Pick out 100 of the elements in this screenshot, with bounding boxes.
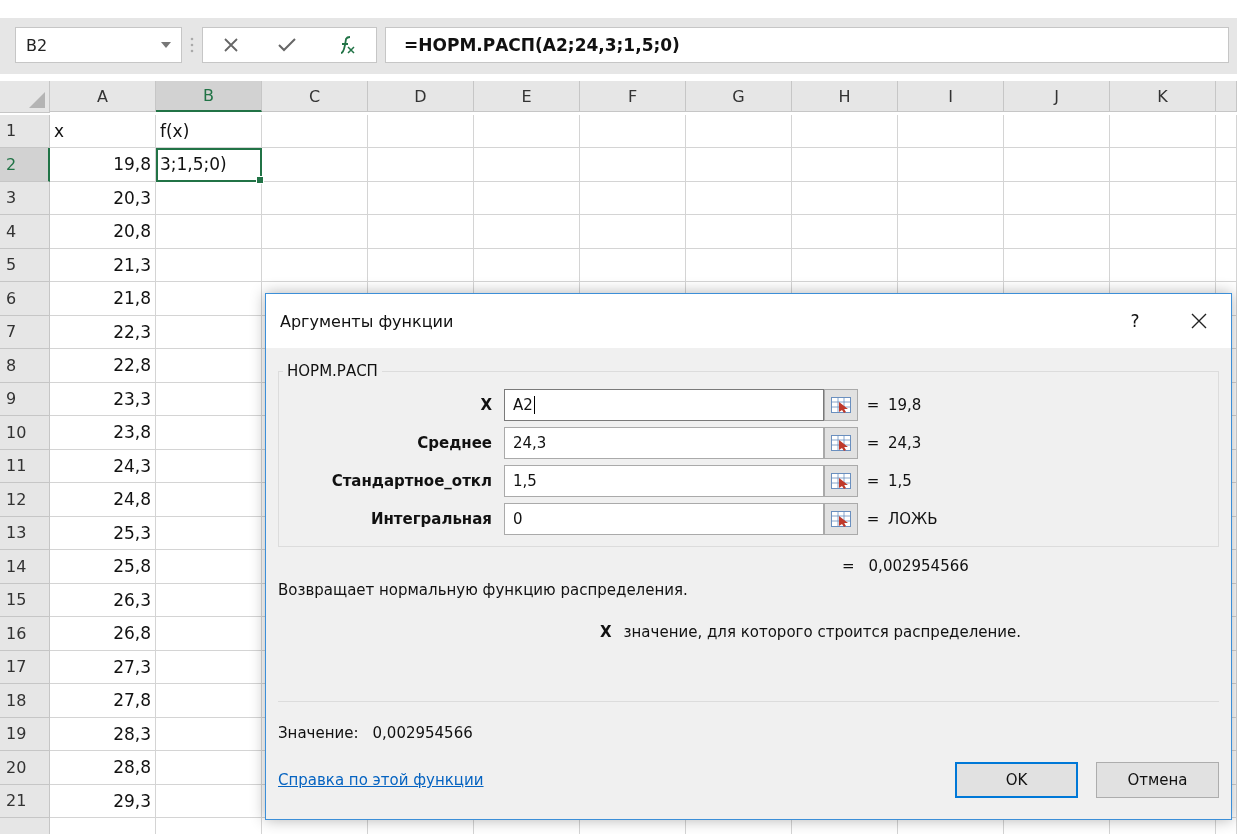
close-icon [1191, 313, 1207, 329]
help-link[interactable]: Справка по этой функции [278, 771, 937, 789]
row-header[interactable]: 3 [0, 181, 50, 215]
equals-sign: = [865, 396, 881, 414]
collapse-button[interactable] [824, 427, 858, 459]
argument-label: Среднее [416, 434, 493, 452]
table-cell [1216, 215, 1237, 249]
checkmark-icon[interactable] [278, 38, 297, 52]
grip-icon [190, 37, 194, 53]
help-button[interactable]: ? [1115, 310, 1155, 332]
cancel-icon[interactable] [222, 37, 239, 53]
name-box[interactable]: B2 [15, 27, 182, 63]
row-header[interactable]: 14 [0, 550, 50, 584]
range-select-icon [831, 435, 851, 451]
row-header[interactable]: 20 [0, 751, 50, 785]
equals-sign: = [865, 472, 881, 490]
dialog-title: Аргументы функции [280, 311, 455, 331]
table-cell [1216, 148, 1237, 182]
row-header[interactable]: 19 [0, 717, 50, 751]
row-header[interactable]: 18 [0, 684, 50, 718]
collapse-button[interactable] [824, 503, 858, 535]
row-header[interactable]: 1 [0, 114, 50, 148]
argument-field[interactable]: 24,3 [504, 427, 824, 459]
formula-result: 0,002954566 [868, 557, 969, 575]
argument-field[interactable]: 0 [504, 503, 824, 535]
table-cell: 22,3 [50, 315, 156, 349]
dialog-button[interactable]: Отмена [1096, 762, 1219, 798]
table-cell: 25,8 [50, 550, 156, 584]
column-header[interactable]: B [156, 81, 262, 112]
row-header[interactable]: 6 [0, 282, 50, 316]
argument-result: 24,3 [888, 434, 923, 452]
equals-sign: = [865, 434, 881, 452]
row-header[interactable]: 15 [0, 583, 50, 617]
table-cell: 28,3 [50, 717, 156, 751]
row-header[interactable]: 9 [0, 382, 50, 416]
argument-label: X [479, 396, 493, 414]
column-header[interactable]: G [686, 81, 792, 112]
table-cell: 20,8 [50, 215, 156, 249]
table-cell: 21,3 [50, 248, 156, 282]
table-cell: 26,8 [50, 617, 156, 651]
row-header[interactable]: 21 [0, 784, 50, 818]
row-header[interactable]: 5 [0, 248, 50, 282]
table-cell: 24,3 [50, 449, 156, 483]
collapse-button[interactable] [824, 465, 858, 497]
argument-name: X [600, 623, 612, 641]
collapse-button[interactable] [824, 389, 858, 421]
range-select-icon [831, 511, 851, 527]
table-cell: 23,3 [50, 382, 156, 416]
argument-field[interactable]: 1,5 [504, 465, 824, 497]
dialog-button[interactable]: OK [955, 762, 1078, 798]
table-cell: 20,3 [50, 181, 156, 215]
table-cell: 23,8 [50, 416, 156, 450]
column-header[interactable]: I [898, 81, 1004, 112]
argument-result: 1,5 [888, 472, 913, 490]
column-header[interactable]: J [1004, 81, 1110, 112]
column-header[interactable]: D [368, 81, 474, 112]
argument-result: ЛОЖЬ [888, 510, 939, 528]
argument-field[interactable]: A2 [504, 389, 824, 421]
table-cell: 26,3 [50, 583, 156, 617]
table-cell: 27,8 [50, 684, 156, 718]
table-cell: x [50, 114, 156, 148]
equals-sign: = [842, 557, 855, 575]
value-text: 0,002954566 [372, 724, 473, 742]
table-cell: 29,3 [50, 784, 156, 818]
row-header[interactable]: 7 [0, 315, 50, 349]
table-cell: 27,3 [50, 650, 156, 684]
formula-field[interactable]: =НОРМ.РАСП(A2;24,3;1,5;0) [385, 27, 1229, 63]
column-header[interactable]: A [50, 81, 156, 112]
table-cell [1216, 181, 1237, 215]
row-header[interactable]: 4 [0, 215, 50, 249]
row-header[interactable]: 13 [0, 516, 50, 550]
table-cell [1216, 114, 1237, 148]
group-title: НОРМ.РАСП [286, 362, 379, 380]
argument-label: Стандартное_откл [330, 472, 493, 490]
argument-description: значение, для которого строится распределение. [623, 623, 1022, 641]
column-header[interactable]: H [792, 81, 898, 112]
table-cell: 19,8 [50, 148, 156, 182]
column-header[interactable]: E [474, 81, 580, 112]
row-header[interactable]: 2 [0, 148, 50, 182]
table-cell: 24,8 [50, 483, 156, 517]
table-cell: 3;1,5;0) [156, 148, 262, 182]
argument-label: Интегральная [369, 510, 493, 528]
range-select-icon [831, 473, 851, 489]
equals-sign: = [865, 510, 881, 528]
table-cell: 25,3 [50, 516, 156, 550]
range-select-icon [831, 397, 851, 413]
column-header[interactable]: K [1110, 81, 1216, 112]
dropdown-icon [161, 42, 171, 48]
table-cell: 22,8 [50, 349, 156, 383]
column-header[interactable]: F [580, 81, 686, 112]
argument-result: 19,8 [888, 396, 923, 414]
row-header[interactable]: 12 [0, 483, 50, 517]
row-header[interactable]: 8 [0, 349, 50, 383]
row-header[interactable]: 17 [0, 650, 50, 684]
table-cell [1216, 248, 1237, 282]
row-header[interactable]: 10 [0, 416, 50, 450]
table-cell: 21,8 [50, 282, 156, 316]
row-header[interactable]: 11 [0, 449, 50, 483]
column-header[interactable]: C [262, 81, 368, 112]
row-header[interactable]: 16 [0, 617, 50, 651]
